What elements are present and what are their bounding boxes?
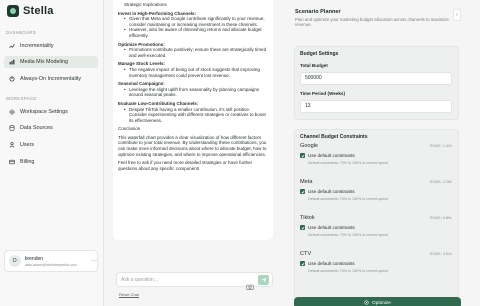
user-card[interactable]: D brenden data-admin@stellaheystella.com… (4, 250, 98, 272)
constraint-description: Default constraints: 70% to 150% of curr… (308, 233, 389, 237)
default-constraints-checkbox-meta[interactable]: Use default constraints (300, 189, 355, 194)
always-on-icon (9, 76, 15, 82)
send-icon (261, 277, 266, 283)
checkbox-label: Use default constraints (308, 153, 355, 158)
sidebar-item-label: Users (20, 142, 35, 148)
sidebar-item-billing[interactable]: Billing (4, 156, 98, 168)
chat-bullet-text: However, also be aware of diminishing re… (129, 27, 262, 38)
checkbox-label: Use default constraints (308, 261, 355, 266)
database-icon (9, 125, 15, 131)
sidebar-item-label: Workspace Settings (20, 109, 68, 115)
camera-icon[interactable] (246, 277, 254, 290)
incrementality-icon (9, 43, 15, 49)
optimize-label: Optimize (372, 300, 391, 306)
panel-title: Scenario Planner (295, 9, 341, 15)
user-name: brenden (24, 255, 44, 262)
constraint-description: Default constraints: 70% to 150% of curr… (308, 161, 389, 165)
more-options-icon[interactable]: ··· (91, 258, 97, 264)
send-button[interactable] (258, 275, 269, 285)
time-period-input[interactable]: 13 (300, 100, 452, 113)
chat-message-body: Strategic Implications Invest in High-Per… (118, 2, 268, 123)
budget-settings-section: Budget Settings Total Budget 500000 Time… (294, 46, 459, 120)
constraint-description: Default constraints: 70% to 150% of curr… (308, 197, 389, 201)
stella-logo-icon (7, 5, 19, 17)
channel-roas-meta: ROAS: 2.28x (429, 180, 452, 184)
sidebar-item-label: Data Sources (20, 125, 53, 131)
conclusion-heading: Conclusion (118, 126, 141, 132)
sidebar-item-always-on-incrementality[interactable]: Always-On Incrementality (4, 73, 98, 85)
constraint-description: Default constraints: 70% to 150% of curr… (308, 269, 389, 273)
sidebar-item-media-mix-modeling[interactable]: Media Mix Modeling (4, 56, 98, 68)
channel-name-ctv: CTV (300, 251, 312, 257)
channel-constraints-title: Channel Budget Constraints (300, 134, 368, 140)
chat-bullet-text: Given that Meta and Google contribute si… (129, 16, 265, 27)
chat-subheading: Strategic Implications (124, 2, 167, 7)
settings-icon (9, 109, 15, 115)
chat-bullet: • Given that Meta and Google contribute s… (118, 16, 268, 27)
nav-section-dashboard: DASHBOARD (6, 30, 37, 35)
chat-bullet-text: Promotions contribute positively; ensure… (129, 47, 267, 58)
total-budget-input[interactable]: 500000 (300, 72, 452, 85)
sidebar-item-data-sources[interactable]: Data Sources (4, 122, 98, 134)
billing-icon (9, 159, 15, 165)
avatar: D (9, 255, 21, 267)
chat-bullet: • The negative impact of being out of sto… (118, 67, 268, 78)
time-period-label: Time Period (Weeks) (300, 91, 346, 96)
checkbox-checked-icon (300, 153, 305, 158)
optimize-button[interactable]: Optimize (294, 297, 461, 306)
panel-description: Plan and optimize your marketing budget … (295, 17, 449, 28)
chat-input-box[interactable] (116, 272, 273, 290)
user-email: data-admin@stellaheystella.com (24, 262, 77, 267)
sidebar-item-incrementality[interactable]: Incrementality (4, 40, 98, 52)
sidebar-item-label: Incrementality (20, 43, 54, 49)
checkbox-checked-icon (300, 189, 305, 194)
checkbox-checked-icon (300, 225, 305, 230)
channel-name-meta: Meta (300, 179, 313, 185)
channel-name-google: Google (300, 143, 319, 149)
sidebar: Stella DASHBOARD Incrementality Media Mi… (0, 0, 104, 306)
default-constraints-checkbox-tiktok[interactable]: Use default constraints (300, 225, 355, 230)
app-name: Stella (23, 5, 54, 17)
chat-message: Strategic Implications Invest in High-Per… (113, 0, 273, 240)
budget-settings-title: Budget Settings (300, 51, 339, 57)
chat-bullet-text: Despite TikTok having a smaller contribu… (129, 106, 266, 123)
users-icon (9, 142, 15, 148)
collapse-panel-button[interactable]: › (453, 9, 461, 21)
nav-section-workspace: WORKSPACE (6, 96, 37, 101)
channel-roas-tiktok: ROAS: 0.89x (429, 216, 452, 220)
channel-name-tiktok: Tiktok (300, 215, 315, 221)
sidebar-item-label: Media Mix Modeling (20, 59, 68, 65)
channel-roas-google: ROAS: 1.42x (429, 144, 452, 148)
chat-bullet: • Promotions contribute positively; ensur… (118, 47, 268, 58)
conclusion-text: This waterfall chart provides a clear vi… (118, 134, 267, 157)
sidebar-item-label: Billing (20, 159, 35, 165)
sidebar-item-workspace-settings[interactable]: Workspace Settings (4, 106, 98, 118)
chat-bullet: • Despite TikTok having a smaller contrib… (118, 107, 268, 124)
default-constraints-checkbox-ctv[interactable]: Use default constraints (300, 261, 355, 266)
sidebar-item-label: Always-On Incrementality (20, 76, 82, 82)
optimize-icon (364, 299, 369, 306)
chat-bullet-text: Leverage the slight uplift from seasonal… (129, 86, 260, 98)
scenario-planner-panel: Scenario Planner Plan and optimize your … (287, 0, 463, 306)
sidebar-item-users[interactable]: Users (4, 139, 98, 151)
chat-bullet: • However, also be aware of diminishing r… (118, 27, 268, 38)
channel-roas-ctv: ROAS: 3.51x (429, 252, 452, 256)
checkbox-label: Use default constraints (308, 225, 355, 230)
chat-bullet: • Leverage the slight uplift from seasona… (118, 87, 268, 98)
checkbox-label: Use default constraints (308, 189, 355, 194)
closing-text: Feel free to ask if you need more detail… (118, 160, 253, 171)
chat-bullet-text: The negative impact of being out of stoc… (129, 66, 260, 78)
default-constraints-checkbox-google[interactable]: Use default constraints (300, 153, 355, 158)
total-budget-label: Total Budget (300, 63, 328, 68)
channel-constraints-section: Channel Budget Constraints Google ROAS: … (294, 129, 459, 299)
mmm-icon (9, 59, 15, 65)
app-logo[interactable]: Stella (7, 5, 54, 17)
reset-chat-link[interactable]: Reset Chat (119, 292, 139, 297)
checkbox-checked-icon (300, 261, 305, 266)
chat-input[interactable] (121, 276, 239, 283)
